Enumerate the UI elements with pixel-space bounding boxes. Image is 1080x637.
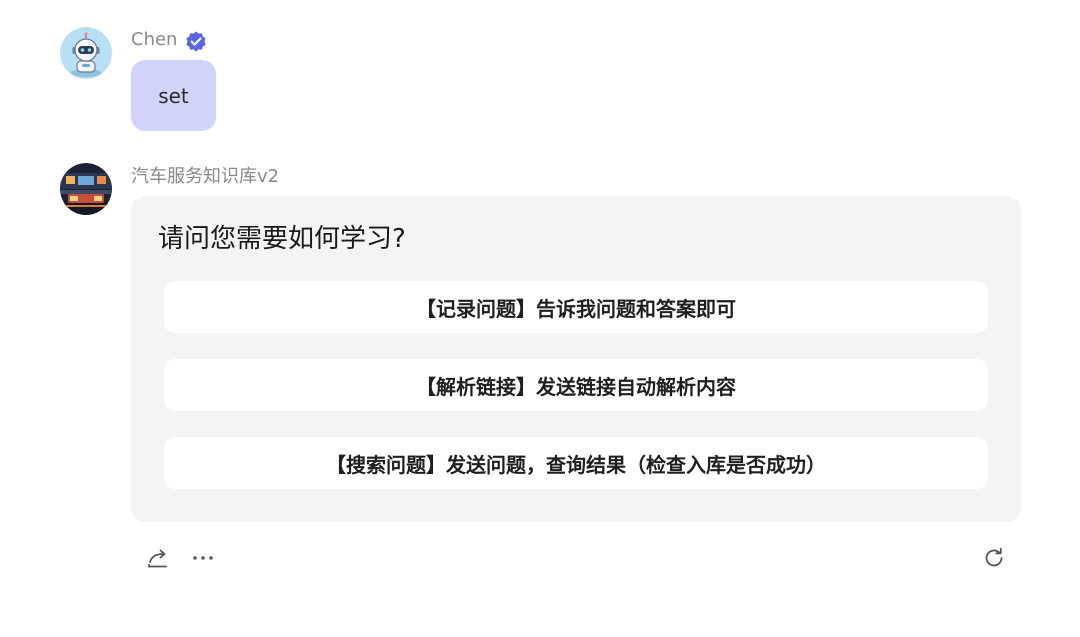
- more-icon: [193, 556, 213, 560]
- workshop-avatar-icon: [60, 163, 112, 215]
- bot-question-text: 请问您需要如何学习?: [158, 224, 406, 254]
- bot-name: 汽车服务知识库v2: [131, 166, 280, 187]
- user-message-bubble: set: [131, 60, 216, 131]
- option-search-question-button[interactable]: 【搜索问题】发送问题，查询结果（检查入库是否成功）: [164, 437, 988, 489]
- bot-avatar[interactable]: [60, 163, 112, 215]
- more-button[interactable]: [190, 545, 216, 571]
- bot-message-card: 请问您需要如何学习? 【记录问题】告诉我问题和答案即可 【解析链接】发送链接自动…: [131, 196, 1021, 522]
- chat-page: Chen set 汽车服务知识库v2 请问您需要如何学习? 【记录问题】告诉我问…: [0, 0, 1080, 637]
- option-parse-link-button[interactable]: 【解析链接】发送链接自动解析内容: [164, 359, 988, 411]
- share-icon: [148, 549, 167, 568]
- refresh-icon: [985, 547, 1003, 567]
- user-avatar[interactable]: [60, 27, 112, 79]
- robot-avatar-icon: [60, 27, 112, 79]
- share-button[interactable]: [145, 545, 171, 571]
- regenerate-button[interactable]: [981, 545, 1007, 571]
- verified-badge-icon: [186, 31, 206, 52]
- option-record-question-button[interactable]: 【记录问题】告诉我问题和答案即可: [164, 281, 988, 333]
- user-name: Chen: [131, 29, 178, 50]
